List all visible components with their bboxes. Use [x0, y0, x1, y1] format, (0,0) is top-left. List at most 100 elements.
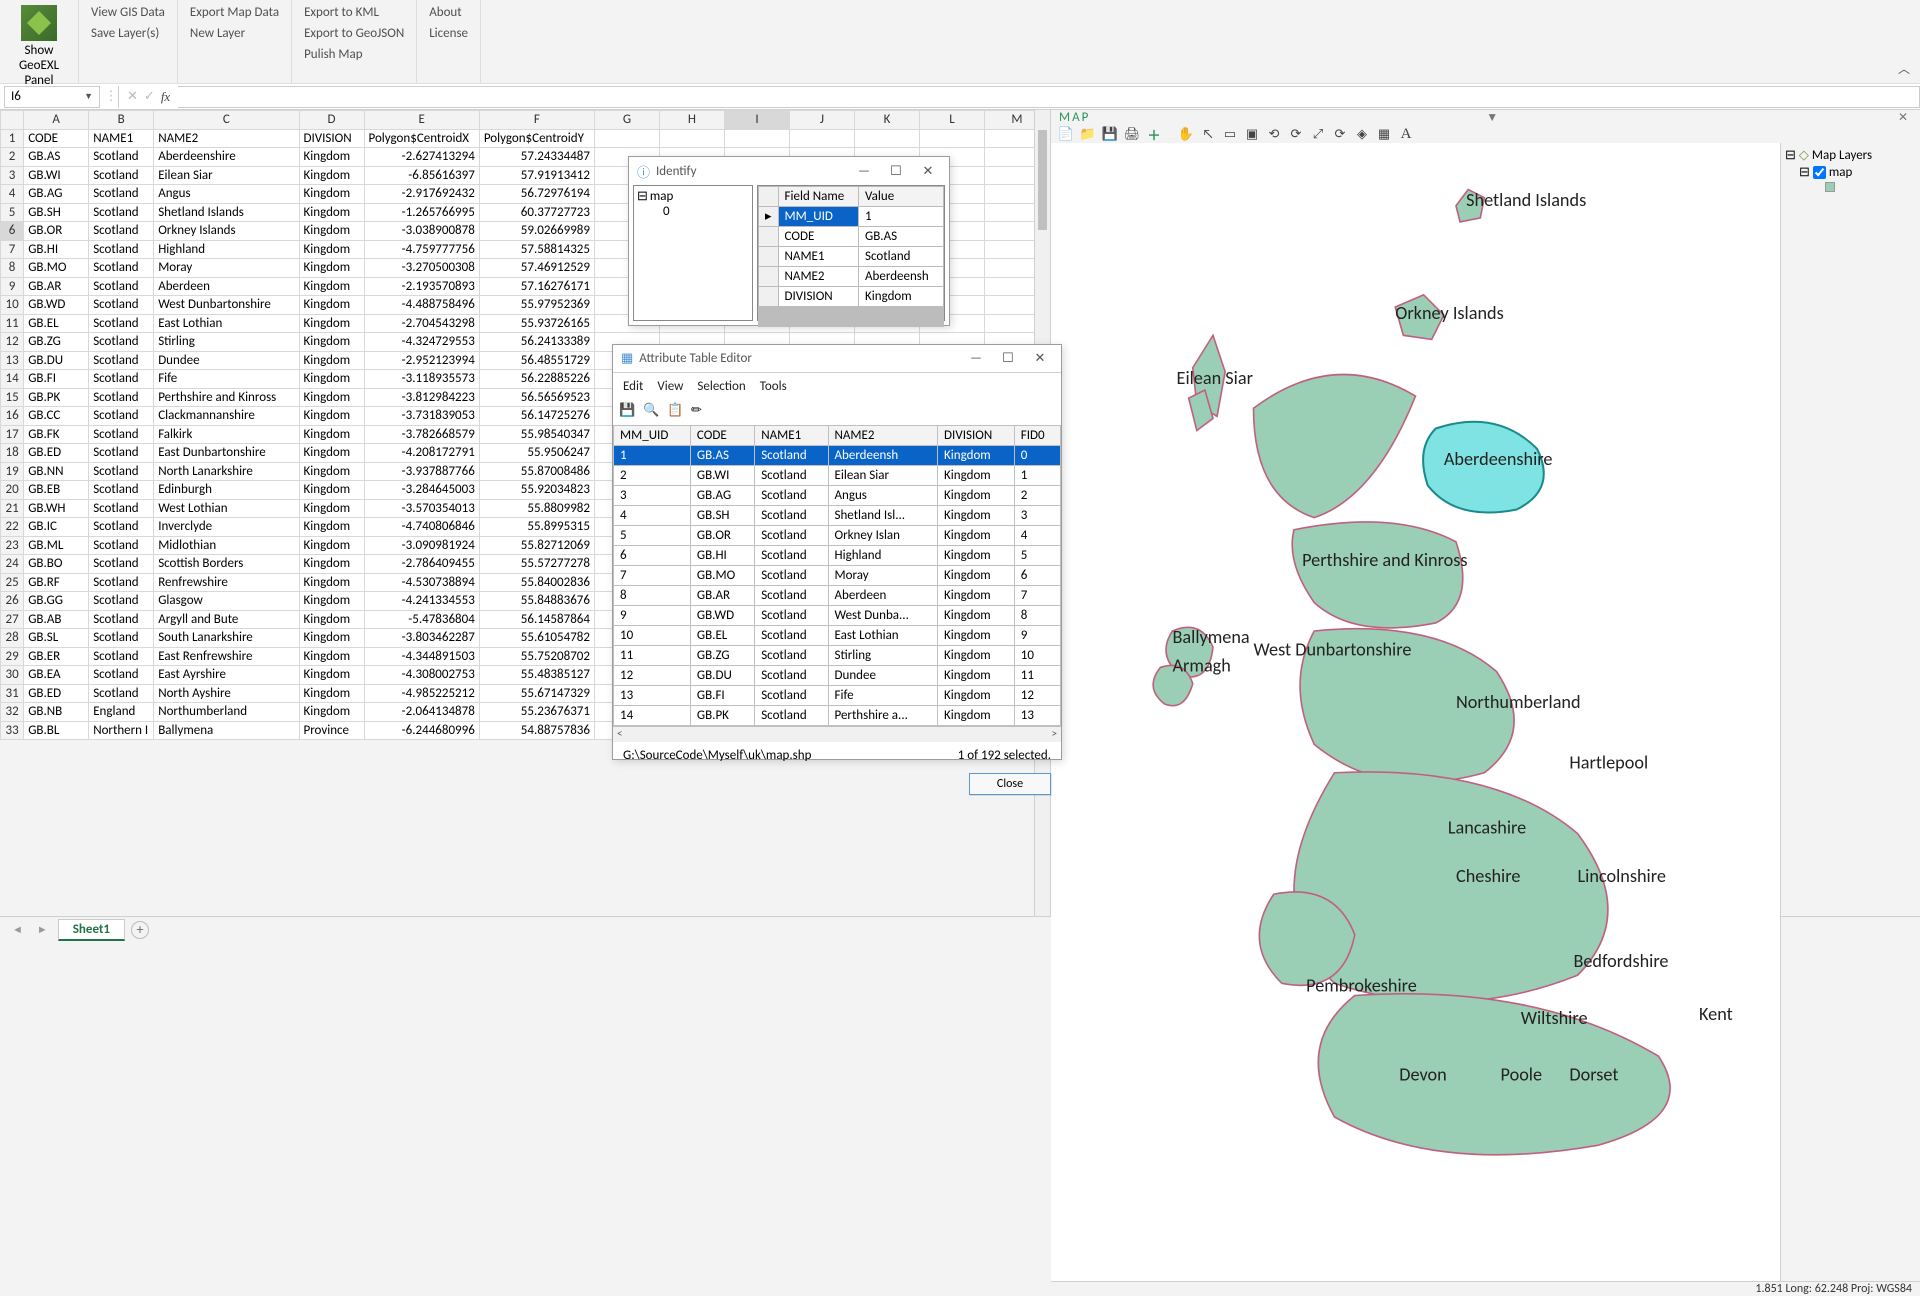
attr-menu-selection[interactable]: Selection [697, 379, 745, 394]
layers-header: Map Layers [1812, 148, 1872, 163]
svg-text:Shetland Islands: Shetland Islands [1466, 189, 1586, 211]
save-layers-button[interactable]: Save Layer(s) [87, 24, 169, 43]
svg-text:Dorset: Dorset [1569, 1064, 1618, 1086]
export-kml-button[interactable]: Export to KML [300, 3, 408, 22]
map-panel-title: MAP [1059, 110, 1090, 125]
svg-text:Ballymena: Ballymena [1173, 626, 1250, 648]
new-layer-button[interactable]: New Layer [186, 24, 283, 43]
about-button[interactable]: About [425, 3, 472, 22]
zoom-extent-icon[interactable]: ⤢ [1309, 125, 1327, 143]
publish-map-button[interactable]: Pulish Map [300, 45, 408, 64]
map-canvas[interactable]: Shetland Islands Orkney Islands Eilean S… [1051, 143, 1780, 1281]
identify-close-button[interactable]: ✕ [915, 164, 941, 179]
new-icon[interactable]: 📄 [1057, 125, 1075, 143]
ribbon-group-about: About License [417, 0, 481, 83]
map-panel-close-icon[interactable]: ✕ [1894, 110, 1912, 125]
export-geojson-button[interactable]: Export to GeoJSON [300, 24, 408, 43]
svg-text:Orkney Islands: Orkney Islands [1395, 302, 1503, 324]
attr-close-action-button[interactable]: Close [969, 773, 1051, 795]
ribbon-group-layer: Export Map Data New Layer [178, 0, 292, 83]
cancel-formula-icon[interactable]: ✕ [127, 89, 138, 104]
rotate-icon[interactable]: ⟳ [1331, 125, 1349, 143]
add-layer-icon[interactable]: ＋ [1145, 125, 1163, 143]
identify-grid[interactable]: Field NameValue ▸MM_UID1CODEGB.ASNAME1Sc… [757, 185, 945, 321]
tree-collapse-icon[interactable]: ⊟ [1785, 148, 1796, 163]
print-icon[interactable]: 🖨 [1123, 125, 1141, 143]
insert-function-button[interactable]: fx [161, 89, 170, 105]
attr-path: G:\SourceCode\Myself\uk\map.shp [623, 748, 811, 763]
attr-selection-status: 1 of 192 selected. [958, 748, 1051, 763]
add-sheet-button[interactable]: + [131, 921, 149, 939]
svg-text:Aberdeenshire: Aberdeenshire [1444, 448, 1553, 470]
layer-swatch [1825, 182, 1835, 192]
edit-icon[interactable]: ✏ [691, 403, 709, 421]
formula-input[interactable] [178, 86, 1920, 108]
svg-text:Hartlepool: Hartlepool [1569, 752, 1648, 774]
svg-text:Lancashire: Lancashire [1448, 817, 1526, 839]
ribbon-group-gis: View GIS Data Save Layer(s) [79, 0, 178, 83]
geoexl-icon [21, 5, 57, 41]
table-icon: ▦ [621, 351, 633, 366]
svg-text:Bedfordshire: Bedfordshire [1573, 950, 1668, 972]
svg-text:Eilean Siar: Eilean Siar [1177, 367, 1253, 389]
identify-tree[interactable]: ⊟ map 0 [633, 185, 753, 321]
tab-nav-first[interactable]: ◄ [8, 923, 27, 936]
show-geoexl-panel-button[interactable]: Show GeoEXL Panel [8, 3, 70, 88]
attr-maximize-button[interactable]: ☐ [995, 351, 1021, 366]
tree-collapse-icon[interactable]: ⊟ [1799, 165, 1810, 180]
svg-text:Northumberland: Northumberland [1456, 691, 1581, 713]
map-status-bar: 1.851 Long: 62.248 Proj: WGS84 [1051, 1281, 1920, 1296]
ribbon-collapse-button[interactable]: ︿ [1898, 60, 1910, 77]
filter-icon[interactable]: 📋 [667, 403, 685, 421]
attr-grid[interactable]: MM_UIDCODENAME1NAME2DIVISIONFID01GB.ASSc… [613, 425, 1061, 726]
accept-formula-icon[interactable]: ✓ [144, 89, 155, 104]
attr-minimize-button[interactable]: — [963, 351, 989, 366]
export-map-data-button[interactable]: Export Map Data [186, 3, 283, 22]
view-gis-data-button[interactable]: View GIS Data [87, 3, 169, 22]
label-icon[interactable]: A [1397, 125, 1415, 143]
attr-menu-view[interactable]: View [657, 379, 683, 394]
formula-bar: I6▼ ⋮ ✕ ✓ fx [0, 84, 1920, 110]
tree-collapse-icon[interactable]: ⊟ [637, 189, 648, 204]
zoom-window-icon[interactable]: ▣ [1243, 125, 1261, 143]
svg-text:West Dunbartonshire: West Dunbartonshire [1254, 638, 1412, 660]
open-icon[interactable]: 📁 [1079, 125, 1097, 143]
info-icon: ⓘ [637, 162, 650, 181]
table-icon[interactable]: ▦ [1375, 125, 1393, 143]
save-icon[interactable]: 💾 [1101, 125, 1119, 143]
tab-nav-prev[interactable]: ► [33, 923, 52, 936]
map-panel: MAP ▼ ✕ 📄 📁 💾 🖨 ＋ ✋ ↖ ▭ ▣ ⟲ ⟳ ⤢ ⟳ ◈ ▦ A [1050, 110, 1920, 916]
ribbon-group-main: Show GeoEXL Panel [0, 0, 79, 83]
identify-title: Identify [656, 164, 696, 179]
select-icon[interactable]: ↖ [1199, 125, 1217, 143]
save-icon[interactable]: 💾 [619, 403, 637, 421]
sheet-tab-sheet1[interactable]: Sheet1 [58, 919, 125, 941]
forward-icon[interactable]: ⟳ [1287, 125, 1305, 143]
svg-text:Cheshire: Cheshire [1456, 865, 1520, 887]
attr-horizontal-scrollbar[interactable] [613, 726, 1061, 742]
license-button[interactable]: License [425, 24, 472, 43]
identify-window: ⓘ Identify — ☐ ✕ ⊟ map 0 Field NameValue… [628, 156, 950, 326]
attr-menu-tools[interactable]: Tools [760, 379, 787, 394]
identify-maximize-button[interactable]: ☐ [883, 164, 909, 179]
layer-visibility-checkbox[interactable] [1813, 166, 1826, 179]
attr-menu: Edit View Selection Tools [613, 373, 1061, 399]
attr-close-button[interactable]: ✕ [1027, 351, 1053, 366]
search-icon[interactable]: 🔍 [643, 403, 661, 421]
layer-name[interactable]: map [1829, 165, 1852, 180]
identify-minimize-button[interactable]: — [851, 164, 877, 179]
attribute-editor-window: ▦ Attribute Table Editor — ☐ ✕ Edit View… [612, 344, 1062, 760]
back-icon[interactable]: ⟲ [1265, 125, 1283, 143]
map-panel-dropdown-icon[interactable]: ▼ [1482, 110, 1502, 125]
formula-buttons: ✕ ✓ fx [118, 86, 178, 108]
zoom-box-icon[interactable]: ▭ [1221, 125, 1239, 143]
name-box[interactable]: I6▼ [4, 86, 100, 108]
attr-menu-edit[interactable]: Edit [623, 379, 643, 394]
svg-text:Perthshire and Kinross: Perthshire and Kinross [1302, 549, 1467, 571]
pan-icon[interactable]: ✋ [1177, 125, 1195, 143]
name-box-dropdown-icon[interactable]: ▼ [84, 91, 93, 102]
ribbon: Show GeoEXL Panel View GIS Data Save Lay… [0, 0, 1920, 84]
name-box-divider: ⋮ [104, 89, 118, 104]
identify-icon[interactable]: ◈ [1353, 125, 1371, 143]
tree-leaf[interactable]: 0 [637, 204, 749, 219]
